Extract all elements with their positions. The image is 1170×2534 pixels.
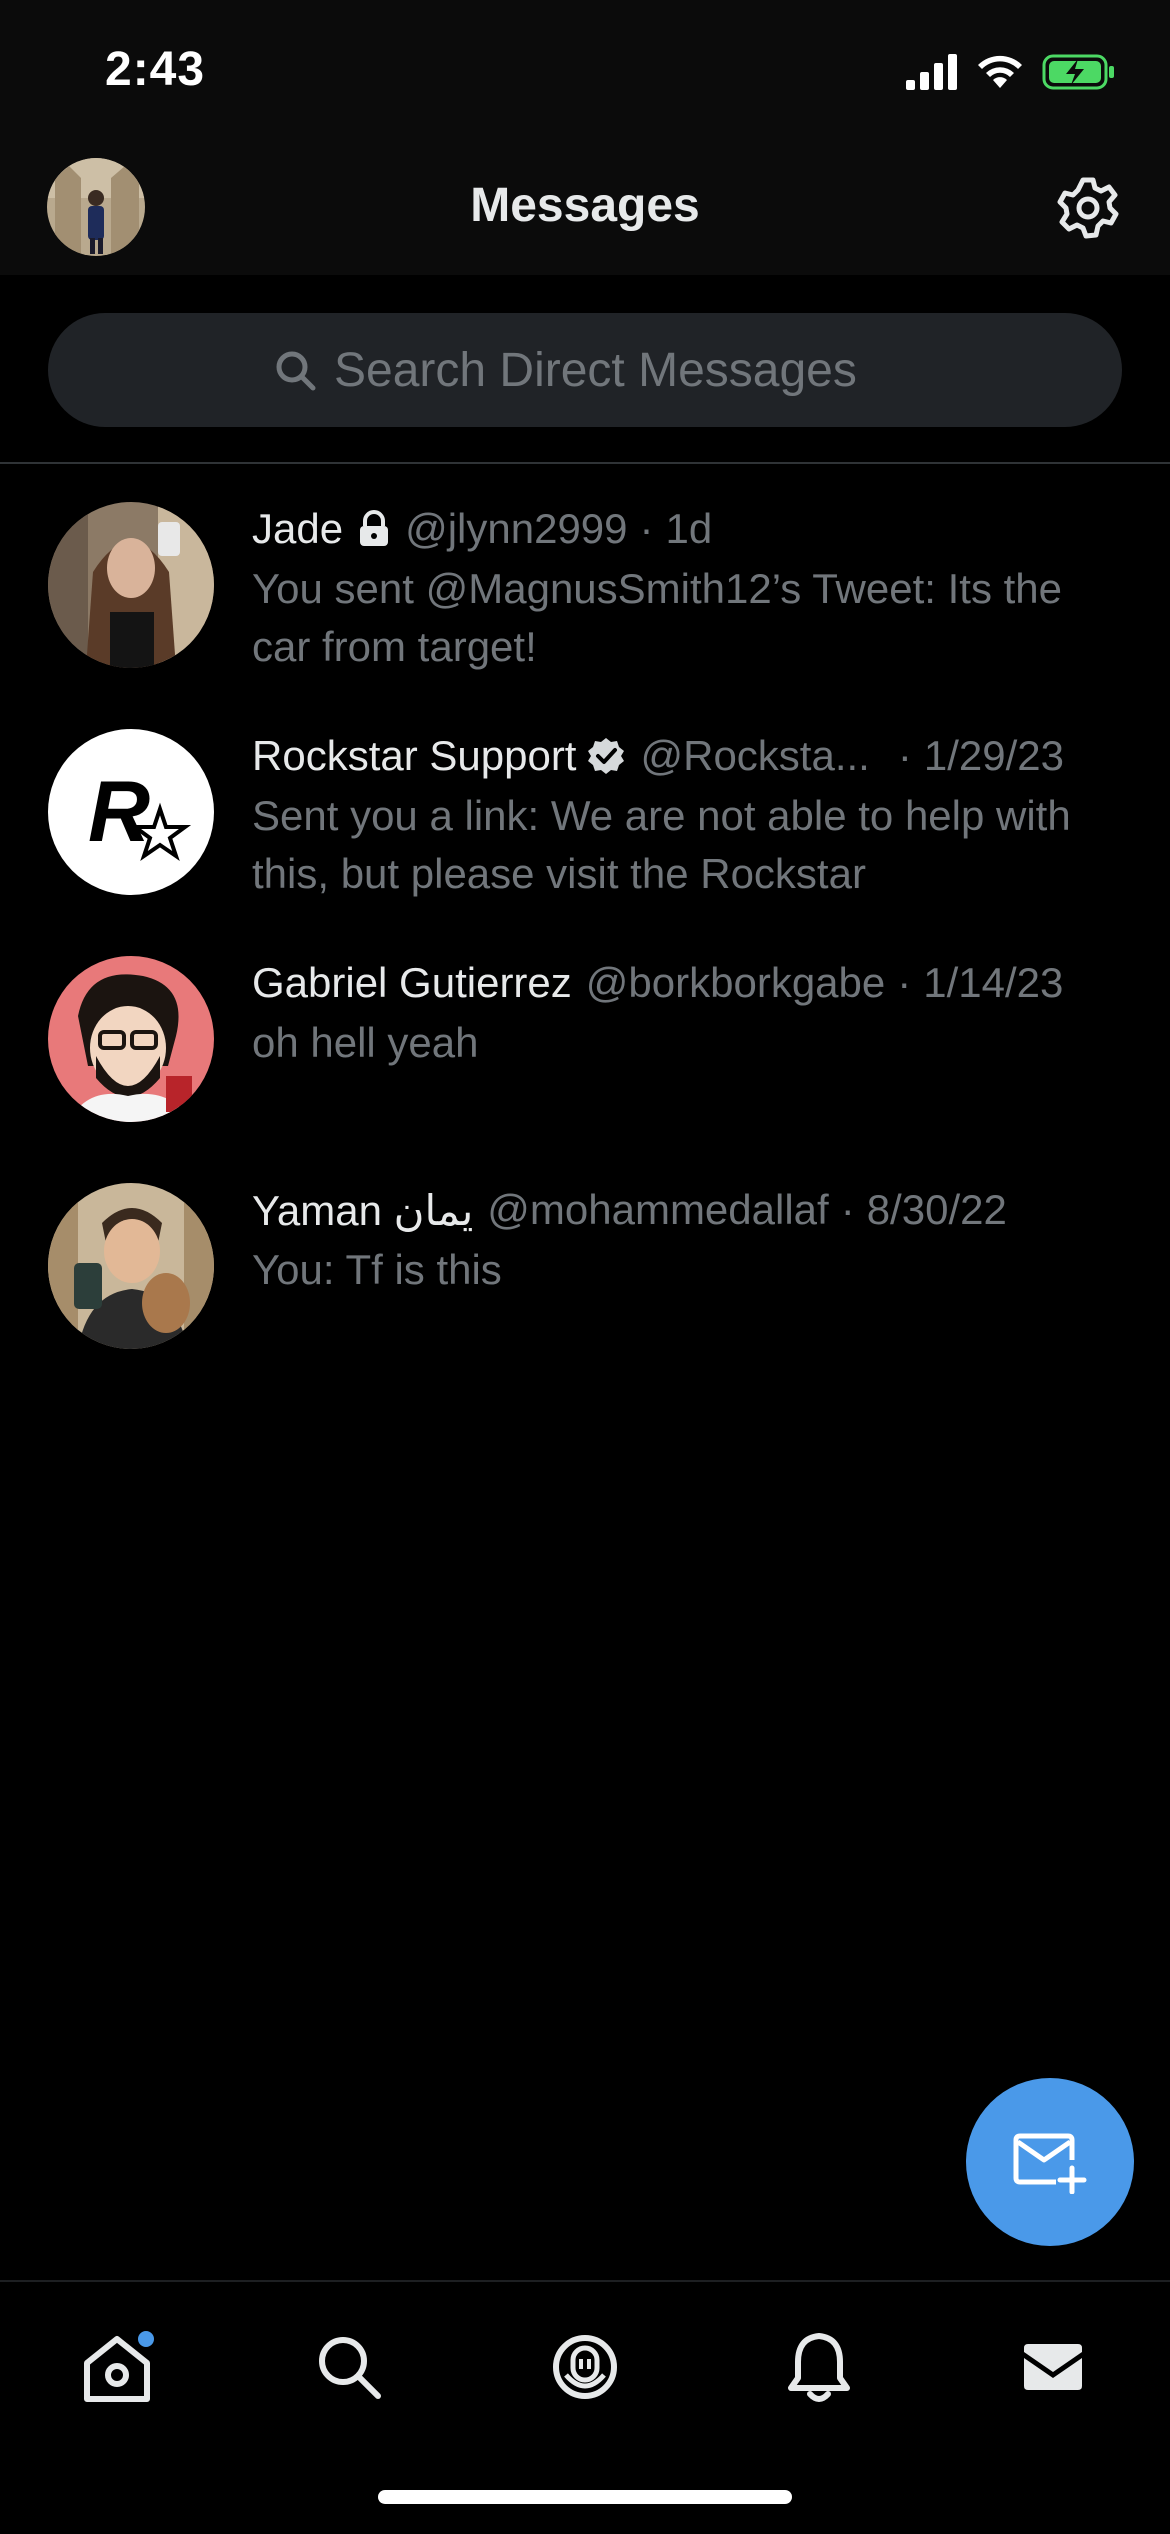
tab-search[interactable] xyxy=(304,2322,394,2412)
conversation-item-yaman[interactable]: Yaman يمان @mohammedallaf · 8/30/22 You:… xyxy=(0,1181,1170,1407)
conversation-header: Gabriel Gutierrez @borkborkgabe · 1/14/2… xyxy=(252,954,1110,1012)
separator-dot: · xyxy=(840,1186,855,1233)
spaces-icon xyxy=(553,2335,617,2399)
page-title: Messages xyxy=(470,179,700,232)
avatar xyxy=(48,956,214,1122)
contact-handle: @borkborkgabe xyxy=(585,959,886,1006)
message-preview: oh hell yeah xyxy=(252,1019,479,1066)
timestamp: 8/30/22 xyxy=(866,1186,1007,1233)
home-indicator xyxy=(378,2490,792,2504)
contact-name: Gabriel Gutierrez xyxy=(252,959,572,1006)
contact-name: Yaman يمان xyxy=(252,1186,474,1234)
search-input[interactable] xyxy=(332,341,896,399)
conversation-header: Yaman يمان @mohammedallaf · 8/30/22 xyxy=(252,1181,1110,1239)
notification-dot xyxy=(138,2331,154,2347)
contact-handle: @Rocksta... xyxy=(640,732,870,779)
mail-icon xyxy=(1024,2344,1082,2390)
tab-spaces[interactable] xyxy=(540,2322,630,2412)
verified-badge-icon xyxy=(588,738,625,774)
contact-handle: @mohammedallaf xyxy=(487,1186,829,1233)
avatar: R xyxy=(48,729,214,895)
message-preview: Sent you a link: We are not able to help… xyxy=(252,792,1071,897)
search-section xyxy=(0,275,1170,464)
status-bar: 2:43 xyxy=(0,0,1170,140)
conversation-header: Rockstar Support @Rocksta... · 1/29/23 xyxy=(252,727,1110,785)
search-icon xyxy=(319,2337,381,2399)
conversation-item-gabriel-gutierrez[interactable]: Gabriel Gutierrez @borkborkgabe · 1/14/2… xyxy=(0,954,1170,1180)
battery-charging-icon xyxy=(1042,54,1114,90)
gear-icon xyxy=(1057,177,1119,239)
tab-home[interactable] xyxy=(72,2322,162,2412)
avatar xyxy=(48,502,214,668)
conversation-item-jade[interactable]: Jade @jlynn2999 · 1d You sent @MagnusSmi… xyxy=(0,500,1170,726)
new-message-icon xyxy=(1013,2133,1087,2194)
timestamp: 1d xyxy=(665,505,713,552)
cellular-signal-icon xyxy=(906,54,957,90)
status-icons xyxy=(906,50,1116,94)
contact-handle: @jlynn2999 xyxy=(405,505,628,552)
separator-dot: · xyxy=(639,505,654,552)
search-bar[interactable] xyxy=(48,313,1122,427)
separator-dot: · xyxy=(897,959,912,1006)
timestamp: 1/14/23 xyxy=(923,959,1064,1006)
bell-icon xyxy=(788,2333,850,2402)
message-preview: You: Tf is this xyxy=(252,1246,502,1293)
tab-messages[interactable] xyxy=(1008,2322,1098,2412)
conversation-header: Jade @jlynn2999 · 1d xyxy=(252,500,1110,558)
message-preview: You sent @MagnusSmith12’s Tweet: Its the… xyxy=(252,565,1062,670)
avatar xyxy=(48,1183,214,1349)
conversation-item-rockstar-support[interactable]: R Rockstar Support @Rocksta... · 1/29/23… xyxy=(0,727,1170,953)
header: Messages xyxy=(0,140,1170,275)
home-icon xyxy=(84,2331,154,2402)
settings-button[interactable] xyxy=(1054,174,1122,242)
wifi-icon xyxy=(978,55,1022,88)
tab-notifications[interactable] xyxy=(774,2322,864,2412)
status-time: 2:43 xyxy=(105,43,206,96)
svg-text:R: R xyxy=(88,764,150,860)
contact-name: Rockstar Support xyxy=(252,732,577,779)
contact-name: Jade xyxy=(252,505,344,552)
search-icon xyxy=(276,351,316,391)
lock-icon xyxy=(360,510,389,546)
separator-dot: · xyxy=(897,732,912,779)
timestamp: 1/29/23 xyxy=(923,732,1064,779)
new-message-button[interactable] xyxy=(966,2078,1134,2246)
